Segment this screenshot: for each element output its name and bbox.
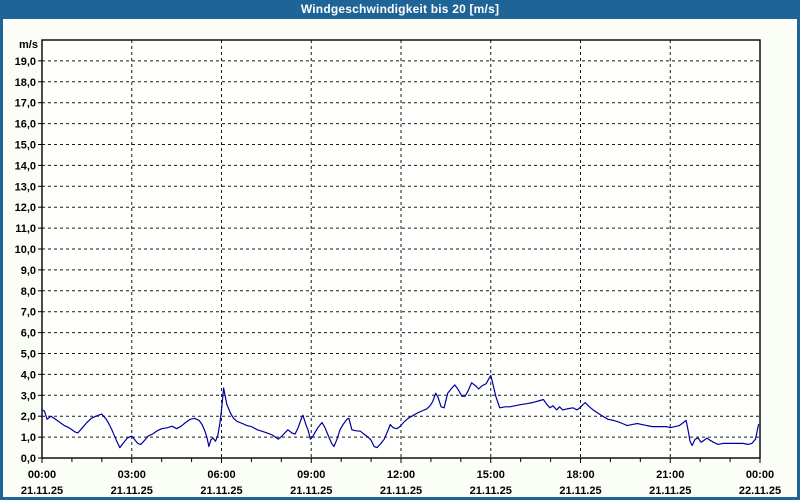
x-tick-time-label: 12:00 [387, 469, 415, 481]
svg-text:13,0: 13,0 [15, 181, 36, 193]
svg-text:16,0: 16,0 [15, 119, 36, 131]
svg-text:19,0: 19,0 [15, 56, 36, 68]
x-tick-date-label: 21.11.25 [21, 485, 63, 497]
x-tick-date-label: 21.11.25 [290, 485, 332, 497]
x-tick-date-label: 21.11.25 [111, 485, 153, 497]
x-axis-labels: 00:00 21.11.25 03:00 21.11.25 06:00 21.11.25 0… [21, 469, 781, 497]
svg-text:12,0: 12,0 [15, 202, 36, 214]
svg-text:8,0: 8,0 [21, 286, 36, 298]
x-tick-date-label: 21.11.25 [380, 485, 422, 497]
svg-text:2,0: 2,0 [21, 411, 36, 423]
x-tick-time-label: 06:00 [207, 469, 235, 481]
x-tick-time-label: 00:00 [28, 469, 56, 481]
x-tick-time-label: 09:00 [297, 469, 325, 481]
svg-text:9,0: 9,0 [21, 265, 36, 277]
x-tick-time-label: 15:00 [477, 469, 505, 481]
svg-text:14,0: 14,0 [15, 160, 36, 172]
x-tick-date-label: 21.11.25 [200, 485, 242, 497]
app-window: Windgeschwindigkeit bis 20 [m/s] 0,0 1,0 2… [0, 0, 800, 500]
svg-text:17,0: 17,0 [15, 98, 36, 110]
x-tick-time-label: 18:00 [566, 469, 594, 481]
x-tick-date-label: 22.11.25 [739, 485, 781, 497]
y-axis-unit-label: m/s [19, 39, 38, 51]
svg-text:15,0: 15,0 [15, 140, 36, 152]
svg-text:7,0: 7,0 [21, 307, 36, 319]
x-tick-date-label: 21.11.25 [470, 485, 512, 497]
svg-text:5,0: 5,0 [21, 349, 36, 361]
x-tick-date-label: 21.11.25 [649, 485, 691, 497]
svg-text:3,0: 3,0 [21, 390, 36, 402]
svg-text:6,0: 6,0 [21, 328, 36, 340]
svg-text:18,0: 18,0 [15, 77, 36, 89]
svg-text:11,0: 11,0 [15, 223, 36, 235]
x-tick-time-label: 03:00 [118, 469, 146, 481]
svg-text:0,0: 0,0 [21, 453, 36, 465]
x-tick-date-label: 21.11.25 [559, 485, 601, 497]
svg-text:4,0: 4,0 [21, 369, 36, 381]
svg-text:1,0: 1,0 [21, 432, 36, 444]
x-tick-time-label: 21:00 [656, 469, 684, 481]
wind-speed-chart: 0,0 1,0 2,0 3,0 4,0 5,0 6,0 7,0 8,0 9,0 10,0 11,0 12… [15, 39, 782, 497]
x-tick-time-label: 00:00 [746, 469, 774, 481]
svg-text:10,0: 10,0 [15, 244, 36, 256]
y-axis-labels: 0,0 1,0 2,0 3,0 4,0 5,0 6,0 7,0 8,0 9,0 10,0 11,0 12… [15, 56, 36, 465]
